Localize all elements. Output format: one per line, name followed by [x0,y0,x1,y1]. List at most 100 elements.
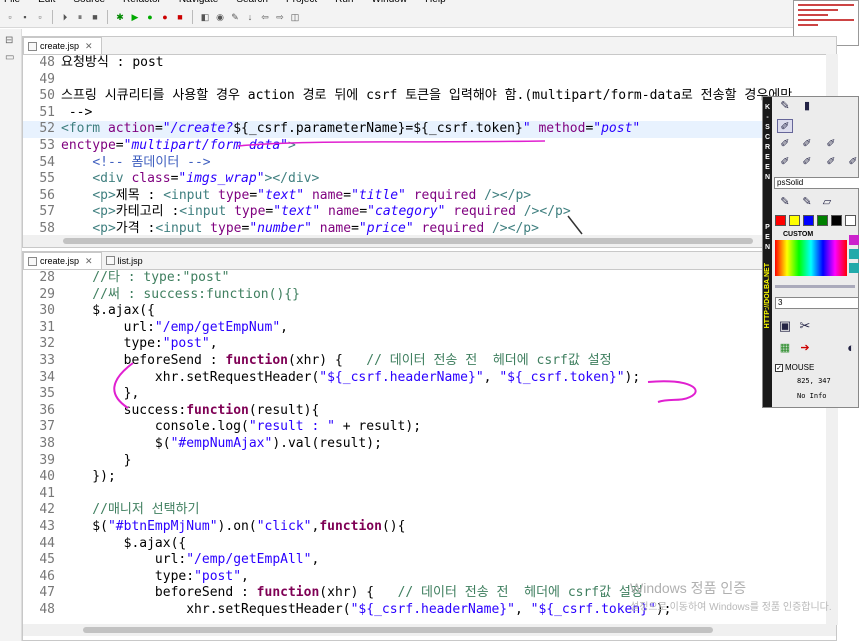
width-input[interactable]: 3 [775,297,859,309]
close-tab-icon[interactable]: ✕ [85,256,93,267]
brush-icon[interactable]: ✎ [777,195,793,209]
code-line[interactable]: 40 }); [23,469,836,486]
pencil-icon[interactable]: ✎ [777,99,793,113]
pen-icon[interactable]: ✐ [799,137,815,151]
annotation-icon[interactable]: ↓ [244,11,256,23]
code-line[interactable]: 35 }, [23,386,836,403]
code-line[interactable]: 45 url:"/emp/getEmpAll", [23,552,836,569]
width-slider[interactable] [775,285,855,288]
code-line[interactable]: 57 <p>카테고리 :<input type="text" name="cat… [23,204,836,221]
code-line[interactable]: 44 $.ajax({ [23,536,836,553]
run-last-icon[interactable]: ● [144,11,156,23]
mouse-checkbox[interactable]: ✓ MOUSE [775,363,814,372]
code-line[interactable]: 43 $("#btnEmpMjNum").on("click",function… [23,519,836,536]
custom-color-swatch[interactable] [849,249,859,259]
close-tab-icon[interactable]: ✕ [85,41,93,52]
color-swatch[interactable] [803,215,814,226]
open-perspective-icon[interactable]: ◫ [289,11,301,23]
pen-tool-icon[interactable]: ✐ [777,119,793,133]
package-explorer-icon[interactable]: ⊟ [5,35,16,46]
code-line[interactable]: 38 $("#empNumAjax").val(result); [23,436,836,453]
bottom-horizontal-scrollbar[interactable] [23,624,836,636]
code-line[interactable]: 39 } [23,453,836,470]
pause-icon[interactable]: ⏸ [74,11,86,23]
save-icon[interactable]: ▣ [777,319,793,333]
line-number: 37 [39,419,55,435]
cut-icon[interactable]: ✂ [797,319,813,333]
tab-list-jsp[interactable]: list.jsp [102,252,151,269]
bottom-code-area[interactable]: 28 //타 : type:"post" 29 //써 : success:fun… [23,270,836,618]
eraser-icon[interactable]: ▱ [819,195,835,209]
exit-icon[interactable]: ➔ [797,341,813,355]
line-style-select[interactable]: psSolid [774,177,859,189]
code-line[interactable]: 50 스프링 시큐리티를 사용할 경우 action 경로 뒤에 csrf 토큰을… [23,88,836,105]
code-line[interactable]: 30 $.ajax({ [23,303,836,320]
checkbox-box[interactable]: ✓ [775,363,783,372]
dolba-link[interactable]: HTTP://DOLBA.NET [763,263,773,328]
new-project-icon[interactable]: ◧ [199,11,211,23]
code-line[interactable]: 28 //타 : type:"post" [23,270,836,287]
folder-icon[interactable]: ▭ [5,52,16,63]
code-line[interactable]: 36 success:function(result){ [23,403,836,420]
skip-icon[interactable]: ⏵ [59,11,71,23]
top-horizontal-scrollbar[interactable] [23,235,836,247]
search-icon[interactable]: ✎ [229,11,241,23]
pen-icon[interactable]: ✐ [823,155,839,169]
code-line[interactable]: 55 <div class="imgs_wrap"></div> [23,171,836,188]
stop-icon[interactable]: ■ [89,11,101,23]
code-line[interactable]: 52 <form action="/create?${_csrf.paramete… [23,121,836,138]
color-swatch[interactable] [817,215,828,226]
new-icon[interactable]: ▫ [4,11,16,23]
code-token: <input [179,204,235,220]
color-picker-gradient[interactable] [775,240,847,276]
tab-create-jsp[interactable]: create.jsp ✕ [23,37,102,54]
pen-icon[interactable]: ✐ [777,137,793,151]
external-tools-icon[interactable]: ● [159,11,171,23]
pen-icon[interactable]: ✐ [823,137,839,151]
pen-icon[interactable]: ✐ [799,155,815,169]
save-icon[interactable]: ▪ [19,11,31,23]
code-line[interactable]: 42 //매니저 선택하기 [23,502,836,519]
code-token: , [483,369,500,385]
code-line[interactable]: 48 요청방식 : post [23,55,836,72]
code-line[interactable]: 33 beforeSend : function(xhr) { // 데이터 전… [23,353,836,370]
code-line[interactable]: 53 enctype="multipart/form-data"> [23,138,836,155]
color-swatch[interactable] [831,215,842,226]
bottom-scroll-thumb[interactable] [83,627,713,633]
back-icon[interactable]: ⇦ [259,11,271,23]
top-code-area[interactable]: 48 요청방식 : post 49 50 스프링 시큐리티를 사용할 경우 action… [23,55,836,238]
toggle-icon[interactable]: ◐ [843,341,859,355]
open-type-icon[interactable]: ◉ [214,11,226,23]
highlighter-icon[interactable]: ▮ [799,99,815,113]
code-line[interactable]: 34 xhr.setRequestHeader("${_csrf.headerN… [23,370,836,387]
code-line[interactable]: 41 [23,486,836,503]
code-line[interactable]: 51 --> [23,105,836,122]
color-swatch[interactable] [789,215,800,226]
jsp-file-icon [28,42,37,51]
color-swatch[interactable] [845,215,856,226]
color-swatch[interactable] [775,215,786,226]
code-line[interactable]: 37 console.log("result : " + result); [23,419,836,436]
tab-create-jsp[interactable]: create.jsp ✕ [23,252,102,269]
code-line[interactable]: 49 [23,72,836,89]
custom-color-swatch[interactable] [849,263,859,273]
custom-color-swatch[interactable] [849,235,859,245]
run-icon[interactable]: ▶ [129,11,141,23]
image-icon[interactable]: ▦ [777,341,793,355]
print-icon[interactable]: ▫ [34,11,46,23]
top-scroll-thumb[interactable] [63,238,753,244]
forward-icon[interactable]: ⇨ [274,11,286,23]
code-line[interactable]: 31 url:"/emp/getEmpNum", [23,320,836,337]
code-line[interactable]: 56 <p>제목 : <input type="text" name="titl… [23,188,836,205]
debug-icon[interactable]: ✱ [114,11,126,23]
pen-icon[interactable]: ✐ [777,155,793,169]
terminate-icon[interactable]: ■ [174,11,186,23]
code-token: xhr.setRequestHeader( [61,369,320,385]
code-line[interactable]: 54 <!-- 폼데이터 --> [23,155,836,172]
code-line[interactable]: 29 //써 : success:function(){} [23,287,836,304]
code-token: "result : " [248,419,335,435]
pen-icon[interactable]: ✐ [845,155,859,169]
code-line[interactable]: 32 type:"post", [23,336,836,353]
marker-icon[interactable]: ✎ [799,195,815,209]
